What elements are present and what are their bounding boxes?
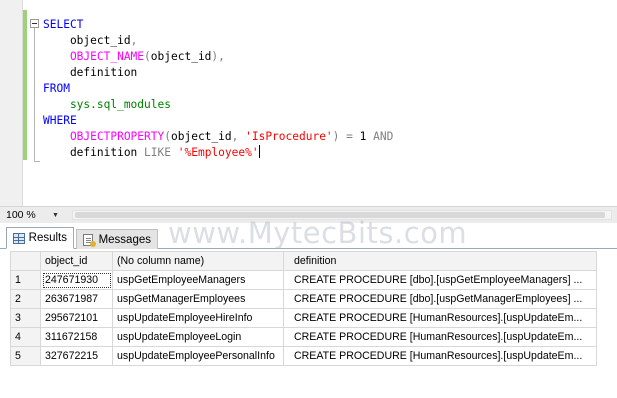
code-token: ( bbox=[144, 50, 151, 63]
column-header[interactable]: definition bbox=[283, 251, 597, 271]
cell-definition[interactable]: CREATE PROCEDURE [HumanResources].[uspUp… bbox=[283, 346, 597, 366]
code-token: sys.sql_modules bbox=[43, 98, 171, 111]
horizontal-scrollbar[interactable] bbox=[72, 210, 612, 220]
grid-icon bbox=[13, 232, 25, 244]
query-editor[interactable]: SELECT object_id, OBJECT_NAME(object_id)… bbox=[0, 0, 617, 206]
code-line[interactable]: OBJECTPROPERTY(object_id, 'IsProcedure')… bbox=[43, 129, 393, 145]
code-token: ( bbox=[164, 130, 171, 143]
code-token: '%Employee%' bbox=[177, 146, 259, 159]
outline-line-end bbox=[34, 161, 40, 162]
editor-status-strip: 100 % ▼ bbox=[0, 206, 617, 223]
sql-code[interactable]: SELECT object_id, OBJECT_NAME(object_id)… bbox=[43, 17, 393, 161]
tab-messages[interactable]: Messages bbox=[76, 229, 158, 249]
change-marker bbox=[23, 10, 27, 160]
code-token: FROM bbox=[43, 82, 70, 95]
collapse-toggle-icon[interactable] bbox=[30, 19, 39, 28]
cell-definition[interactable]: CREATE PROCEDURE [HumanResources].[uspUp… bbox=[283, 308, 597, 328]
code-token: ), bbox=[211, 50, 225, 63]
code-line[interactable]: definition bbox=[43, 65, 393, 81]
code-token: 'IsProcedure' bbox=[245, 130, 333, 143]
code-token: object_id bbox=[150, 50, 212, 63]
grid-header-row: object_id (No column name) definition bbox=[10, 251, 597, 271]
code-token: SELECT bbox=[43, 18, 84, 31]
cell-name[interactable]: uspUpdateEmployeePersonalInfo bbox=[112, 346, 284, 366]
code-token: OBJECT_NAME bbox=[43, 50, 145, 63]
code-line[interactable]: WHERE bbox=[43, 113, 393, 129]
results-grid-area: object_id (No column name) definition 12… bbox=[0, 249, 617, 398]
zoom-dropdown[interactable]: 100 % ▼ bbox=[4, 208, 66, 222]
code-token: ) = bbox=[332, 130, 360, 143]
code-token: OBJECTPROPERTY bbox=[43, 130, 165, 143]
results-grid: object_id (No column name) definition 12… bbox=[10, 251, 597, 366]
outline-line bbox=[34, 28, 35, 162]
cell-definition[interactable]: CREATE PROCEDURE [dbo].[uspGetManagerEmp… bbox=[283, 289, 597, 309]
tab-messages-label: Messages bbox=[98, 233, 151, 246]
zoom-value: 100 % bbox=[6, 209, 36, 221]
cell-object-id[interactable]: 263671987 bbox=[40, 289, 113, 309]
cell-name[interactable]: uspGetEmployeeManagers bbox=[112, 270, 284, 290]
text-caret bbox=[258, 145, 260, 158]
scrollbar-thumb[interactable] bbox=[75, 212, 605, 218]
code-line[interactable]: object_id, bbox=[43, 33, 393, 49]
cell-definition[interactable]: CREATE PROCEDURE [HumanResources].[uspUp… bbox=[283, 327, 597, 347]
code-token: definition bbox=[43, 66, 138, 79]
code-token: object_id bbox=[171, 130, 232, 143]
code-line[interactable]: sys.sql_modules bbox=[43, 97, 393, 113]
table-row[interactable]: 3 295672101 uspUpdateEmployeeHireInfo CREAT… bbox=[10, 308, 597, 328]
table-row[interactable]: 5 327672215 uspUpdateEmployeePersonalInfo C… bbox=[10, 346, 597, 366]
code-token: definition bbox=[43, 146, 145, 159]
row-number[interactable]: 5 bbox=[10, 346, 41, 366]
cell-object-id[interactable]: 295672101 bbox=[40, 308, 113, 328]
tab-results[interactable]: Results bbox=[6, 227, 74, 249]
cell-name[interactable]: uspUpdateEmployeeLogin bbox=[112, 327, 284, 347]
code-token: LIKE bbox=[144, 146, 171, 159]
code-token: object_id bbox=[43, 34, 131, 47]
code-token: WHERE bbox=[43, 114, 77, 127]
editor-gutter bbox=[0, 0, 22, 206]
grid-corner[interactable] bbox=[10, 251, 41, 271]
results-tab-bar: Results Messages bbox=[0, 223, 617, 249]
messages-icon bbox=[83, 233, 96, 247]
chevron-down-icon[interactable]: ▼ bbox=[52, 212, 59, 219]
table-row[interactable]: 4 311672158 uspUpdateEmployeeLogin CREATE P… bbox=[10, 327, 597, 347]
tab-results-label: Results bbox=[28, 232, 67, 244]
code-token: , bbox=[130, 34, 138, 47]
cell-object-id[interactable]: 311672158 bbox=[40, 327, 113, 347]
column-header[interactable]: (No column name) bbox=[112, 251, 284, 271]
cell-object-id[interactable]: 247671930 bbox=[40, 270, 113, 290]
cell-name[interactable]: uspUpdateEmployeeHireInfo bbox=[112, 308, 284, 328]
code-token: AND bbox=[366, 130, 394, 143]
cell-name[interactable]: uspGetManagerEmployees bbox=[112, 289, 284, 309]
row-number[interactable]: 4 bbox=[10, 327, 41, 347]
code-line[interactable]: definition LIKE '%Employee%' bbox=[43, 145, 393, 161]
row-number[interactable]: 1 bbox=[10, 270, 41, 290]
code-token: , bbox=[231, 130, 246, 143]
code-line[interactable]: FROM bbox=[43, 81, 393, 97]
column-header[interactable]: object_id bbox=[40, 251, 113, 271]
row-number[interactable]: 2 bbox=[10, 289, 41, 309]
cell-definition[interactable]: CREATE PROCEDURE [dbo].[uspGetEmployeeMa… bbox=[283, 270, 597, 290]
table-row[interactable]: 2 263671987 uspGetManagerEmployees CREATE P… bbox=[10, 289, 597, 309]
code-line[interactable]: OBJECT_NAME(object_id), bbox=[43, 49, 393, 65]
code-line[interactable]: SELECT bbox=[43, 17, 393, 33]
row-number[interactable]: 3 bbox=[10, 308, 41, 328]
cell-object-id[interactable]: 327672215 bbox=[40, 346, 113, 366]
table-row[interactable]: 1 247671930 uspGetEmployeeManagers CREATE P… bbox=[10, 270, 597, 290]
